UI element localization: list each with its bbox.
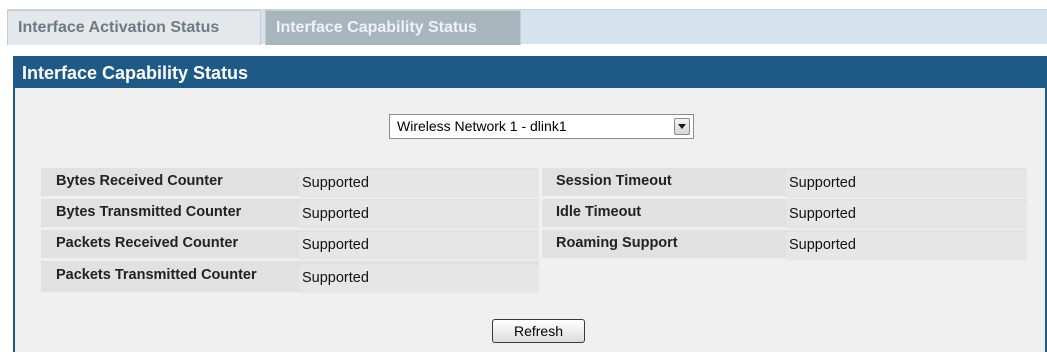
row-value: Supported [786,201,1027,229]
row-label: Idle Timeout [556,204,642,220]
table-row: Packets Transmitted Counter Supported [41,261,539,293]
row-label: Packets Transmitted Counter [56,267,257,283]
row-value: Supported [299,170,539,198]
chevron-down-icon[interactable] [674,118,690,135]
network-select-value: Wireless Network 1 - dlink1 [397,118,567,134]
row-value: Supported [786,170,1027,198]
table-row: Bytes Received Counter Supported [41,168,539,198]
table-row: Packets Received Counter Supported [41,230,539,260]
row-label: Packets Received Counter [56,235,239,251]
tab-interface-activation-status[interactable]: Interface Activation Status [7,10,261,45]
table-row: Bytes Transmitted Counter Supported [41,199,539,229]
capability-panel: Interface Capability Status Wireless Net… [13,56,1047,352]
row-label: Session Timeout [556,173,672,189]
row-value: Supported [299,232,539,260]
network-select[interactable]: Wireless Network 1 - dlink1 [389,114,694,139]
table-row: Session Timeout Supported [542,168,1027,198]
table-row: Idle Timeout Supported [542,199,1027,229]
row-label: Roaming Support [556,235,678,251]
tab-interface-capability-status[interactable]: Interface Capability Status [265,10,521,45]
row-label: Bytes Transmitted Counter [56,204,242,220]
panel-title: Interface Capability Status [15,58,1045,88]
tab-bar: Interface Activation Status Interface Ca… [7,9,1047,45]
row-label: Bytes Received Counter [56,173,223,189]
refresh-button[interactable]: Refresh [492,319,585,343]
table-row: Roaming Support Supported [542,230,1027,260]
row-value: Supported [786,232,1027,260]
row-value: Supported [299,201,539,229]
row-value: Supported [299,265,539,293]
